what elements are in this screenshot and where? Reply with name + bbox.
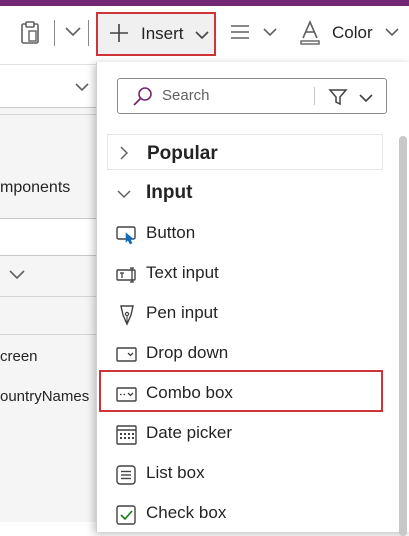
chevron-down-icon[interactable]	[64, 24, 82, 38]
chevron-down-icon	[194, 28, 210, 46]
category-label: Input	[146, 182, 193, 203]
filter-icon[interactable]	[328, 87, 348, 112]
search-icon	[132, 86, 154, 113]
color-button-label[interactable]: Color	[332, 23, 373, 43]
date-picker-icon	[115, 423, 139, 447]
toolbar-divider	[54, 20, 55, 46]
components-tab[interactable]: mponents	[0, 179, 70, 197]
search-input[interactable]: Search	[162, 87, 210, 104]
divider	[314, 87, 315, 105]
tree-search-box[interactable]	[0, 218, 96, 256]
text-input-icon	[115, 263, 139, 287]
align-icon[interactable]	[229, 22, 251, 42]
chevron-down-icon[interactable]	[384, 26, 400, 38]
chevron-right-icon	[118, 145, 130, 166]
list-item-text-input[interactable]: Text input	[107, 254, 383, 294]
chevron-down-icon[interactable]	[262, 26, 278, 38]
item-label: Text input	[146, 263, 219, 282]
list-item-pen-input[interactable]: Pen input	[107, 294, 383, 334]
drop-down-icon	[115, 343, 139, 367]
list-item-button[interactable]: Button	[107, 214, 383, 254]
scrollbar[interactable]	[399, 136, 407, 536]
command-bar: Insert Color	[0, 6, 409, 64]
category-input[interactable]: Input	[107, 174, 383, 210]
list-item-drop-down[interactable]: Drop down	[107, 334, 383, 374]
item-label: Date picker	[146, 423, 232, 442]
insert-button[interactable]: Insert	[96, 12, 216, 56]
chevron-down-icon[interactable]	[8, 267, 26, 285]
item-label: List box	[146, 463, 205, 482]
chevron-down-icon	[116, 187, 132, 205]
list-box-icon	[115, 463, 139, 487]
divider	[0, 334, 96, 335]
item-label: Pen input	[146, 303, 218, 322]
insert-flyout: Search Popular Input Button Text input P…	[96, 62, 409, 536]
chevron-down-icon	[74, 80, 90, 98]
tree-item-screen[interactable]: creen	[0, 348, 38, 365]
divider	[0, 296, 96, 297]
list-item-check-box[interactable]: Check box	[107, 494, 383, 534]
combo-box-highlight	[99, 370, 383, 412]
item-label: Check box	[146, 503, 227, 522]
paste-icon[interactable]	[18, 20, 42, 46]
toolbar-divider	[88, 20, 89, 46]
plus-icon	[108, 22, 130, 49]
check-box-icon	[115, 503, 139, 527]
divider	[0, 114, 96, 115]
item-label: Button	[146, 223, 196, 242]
button-icon	[115, 223, 139, 247]
item-label: Drop down	[146, 343, 229, 362]
search-box[interactable]: Search	[117, 78, 387, 114]
pen-input-icon	[115, 303, 139, 327]
panel-dropdown[interactable]	[0, 64, 96, 108]
category-popular[interactable]: Popular	[107, 134, 383, 170]
chevron-down-icon[interactable]	[358, 91, 374, 109]
category-label: Popular	[147, 143, 218, 164]
tree-view-panel: mponents creen ountryNames	[0, 64, 96, 522]
list-item-date-picker[interactable]: Date picker	[107, 414, 383, 454]
insert-label: Insert	[141, 24, 184, 43]
color-icon[interactable]	[299, 20, 321, 46]
list-item-list-box[interactable]: List box	[107, 454, 383, 494]
tree-item-countrynames[interactable]: ountryNames	[0, 388, 89, 405]
